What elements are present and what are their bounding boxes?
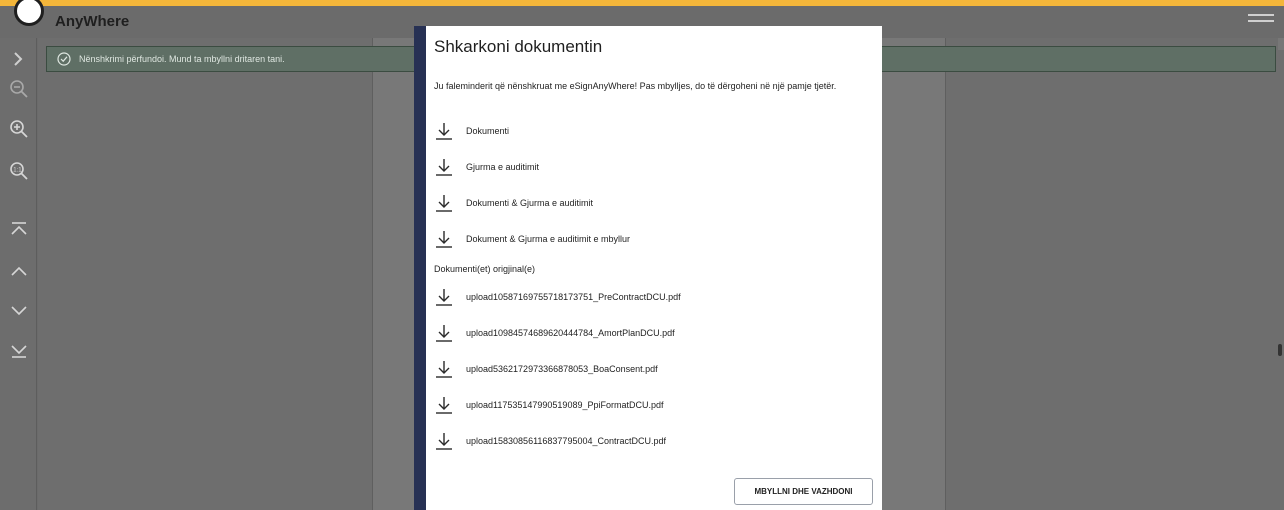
dialog-accent <box>414 26 426 510</box>
left-toolbar: 1:1 <box>0 38 37 510</box>
download-original-file[interactable]: upload15830856116837795004_ContractDCU.p… <box>434 429 666 453</box>
first-page-icon[interactable] <box>8 218 30 240</box>
dialog-message: Ju faleminderit që nënshkruat me eSignAn… <box>434 81 837 91</box>
zoom-fit-icon[interactable]: 1:1 <box>8 160 30 182</box>
top-accent-bar <box>0 0 1284 6</box>
download-dialog: Shkarkoni dokumentin Ju faleminderit që … <box>414 26 882 510</box>
file-name: upload10587169755718173751_PreContractDC… <box>466 292 681 302</box>
last-page-icon[interactable] <box>8 340 30 362</box>
download-original-file[interactable]: upload117535147990519089_PpiFormatDCU.pd… <box>434 393 663 417</box>
scrollbar-thumb[interactable] <box>1278 344 1282 356</box>
download-original-file[interactable]: upload5362172973366878053_BoaConsent.pdf <box>434 357 658 381</box>
download-icon <box>436 195 452 212</box>
file-name: upload10984574689620444784_AmortPlanDCU.… <box>466 328 675 338</box>
download-icon <box>436 289 452 306</box>
download-label: Dokumenti <box>466 126 510 136</box>
download-icon <box>436 159 452 176</box>
file-name: upload117535147990519089_PpiFormatDCU.pd… <box>466 400 664 410</box>
notice-text: Nënshkrimi përfundoi. Mund ta mbyllni dr… <box>79 54 285 64</box>
zoom-out-icon[interactable] <box>8 78 30 100</box>
check-circle-icon <box>57 52 71 66</box>
download-label: Gjurma e auditimit <box>466 162 540 172</box>
download-label: Dokument & Gjurma e auditimit e mbyllur <box>466 234 631 244</box>
menu-icon[interactable] <box>1248 14 1274 24</box>
download-original-file[interactable]: upload10587169755718173751_PreContractDC… <box>434 285 681 309</box>
brand-name: AnyWhere <box>55 13 130 30</box>
download-icon <box>436 397 452 414</box>
scroll-handle[interactable] <box>1278 38 1284 50</box>
zoom-in-icon[interactable] <box>8 118 30 140</box>
download-original-file[interactable]: upload10984574689620444784_AmortPlanDCU.… <box>434 321 675 345</box>
file-name: upload15830856116837795004_ContractDCU.p… <box>466 436 666 446</box>
dialog-title: Shkarkoni dokumentin <box>434 37 603 56</box>
file-name: upload5362172973366878053_BoaConsent.pdf <box>466 364 658 374</box>
download-document[interactable]: Dokumenti <box>434 119 509 143</box>
logo-mark-icon <box>14 0 44 26</box>
original-documents-header: Dokumenti(et) origjinal(e) <box>434 264 536 274</box>
download-audit-trail[interactable]: Gjurma e auditimit <box>434 155 539 179</box>
download-label: Dokumenti & Gjurma e auditimit <box>466 198 594 208</box>
prev-page-icon[interactable] <box>8 260 30 282</box>
download-icon <box>436 325 452 342</box>
download-icon <box>436 231 452 248</box>
close-and-continue-button[interactable]: MBYLLNI DHE VAZHDONI <box>734 478 873 505</box>
download-icon <box>436 361 452 378</box>
chevron-right-icon[interactable] <box>8 48 30 70</box>
download-sealed-document-and-audit[interactable]: Dokument & Gjurma e auditimit e mbyllur <box>434 227 630 251</box>
next-page-icon[interactable] <box>8 300 30 322</box>
download-icon <box>436 123 452 140</box>
download-icon <box>436 433 452 450</box>
download-document-and-audit[interactable]: Dokumenti & Gjurma e auditimit <box>434 191 593 215</box>
svg-text:1:1: 1:1 <box>13 168 22 174</box>
